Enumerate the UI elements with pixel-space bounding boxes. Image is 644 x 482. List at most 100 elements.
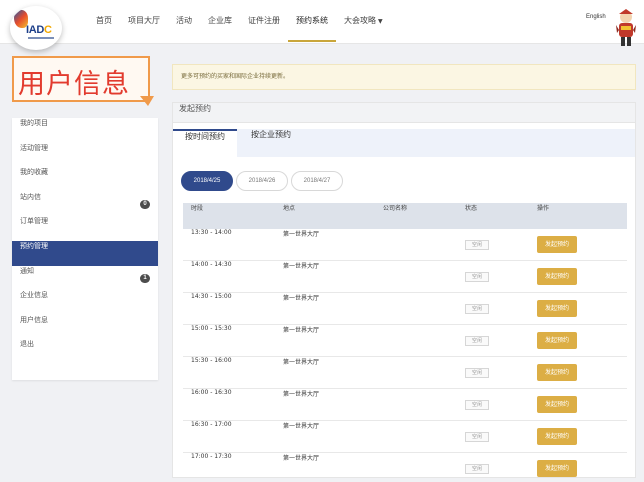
book-button[interactable]: 发起预约 xyxy=(537,460,577,477)
status-badge: 空闲 xyxy=(465,272,489,282)
table-row: 16:00 - 16:30 第一世界大厅 空闲 发起预约 xyxy=(183,389,627,421)
slot-time: 17:00 - 17:30 xyxy=(191,453,232,460)
booking-tabs: 按时间预约 按企业预约 xyxy=(173,129,635,157)
sidebar-item-my-favorites[interactable]: 我的收藏 xyxy=(12,167,158,192)
sidebar-item-user-info[interactable]: 用户信息 xyxy=(12,315,158,340)
status-badge: 空闲 xyxy=(465,368,489,378)
slot-time: 13:30 - 14:00 xyxy=(191,229,232,236)
book-button[interactable]: 发起预约 xyxy=(537,332,577,349)
nav-booking-system[interactable]: 预约系统 xyxy=(288,0,336,44)
slot-time: 15:30 - 16:00 xyxy=(191,357,232,364)
sidebar: 我的项目 活动管理 我的收藏 站内信 0 订单管理 预约管理 通知 1 企业信息 用… xyxy=(12,118,158,380)
nav-credential-registration-label: 证件注册 xyxy=(248,16,280,25)
slot-time: 16:30 - 17:00 xyxy=(191,421,232,428)
slot-location: 第一世界大厅 xyxy=(283,455,320,462)
book-button[interactable]: 发起预约 xyxy=(537,268,577,285)
nav-home-label: 首页 xyxy=(96,16,112,25)
tab-book-by-company[interactable]: 按企业预约 xyxy=(251,129,311,157)
slot-location: 第一世界大厅 xyxy=(283,263,320,270)
status-badge: 空闲 xyxy=(465,240,489,250)
nav-credential-registration[interactable]: 证件注册 xyxy=(240,0,288,44)
date-pill[interactable]: 2018/4/25 xyxy=(181,171,233,191)
column-header: 操作 xyxy=(537,205,550,212)
sidebar-item-label: 通知 xyxy=(20,266,34,275)
messages-count-badge: 0 xyxy=(140,199,150,209)
slot-time: 16:00 - 16:30 xyxy=(191,389,232,396)
status-badge: 空闲 xyxy=(465,304,489,314)
booking-panel: 发起预约 按时间预约 按企业预约 2018/4/25 2018/4/26 201… xyxy=(172,102,636,478)
table-row: 15:00 - 15:30 第一世界大厅 空闲 发起预约 xyxy=(183,325,627,357)
notice-banner: 更多可预约的买家和国际企业持续更新。 xyxy=(172,64,636,90)
sidebar-item-order-management[interactable]: 订单管理 xyxy=(12,216,158,241)
iadc-logo[interactable]: IADC xyxy=(10,6,62,50)
top-navigation-bar: IADC 首页 项目大厅 活动 企业库 证件注册 预约系统 大会攻略 ▼ Engl… xyxy=(0,0,644,50)
table-row: 15:30 - 16:00 第一世界大厅 空闲 发起预约 xyxy=(183,357,627,389)
slot-location: 第一世界大厅 xyxy=(283,423,320,430)
table-header: 时段 地点 公司名称 状态 操作 xyxy=(183,203,627,229)
callout-box: 用户信息 xyxy=(12,56,150,102)
sidebar-item-notifications[interactable]: 通知 1 xyxy=(12,266,158,291)
nav-events-label: 活动 xyxy=(176,16,192,25)
book-button[interactable]: 发起预约 xyxy=(537,236,577,253)
slot-time: 14:00 - 14:30 xyxy=(191,261,232,268)
nav-conference-guide-label: 大会攻略 xyxy=(344,16,376,25)
sidebar-item-messages[interactable]: 站内信 0 xyxy=(12,192,158,217)
sidebar-item-label: 活动管理 xyxy=(20,143,48,152)
sidebar-item-company-info[interactable]: 企业信息 xyxy=(12,290,158,315)
nav-project-hall-label: 项目大厅 xyxy=(128,16,160,25)
user-info-callout: 用户信息 xyxy=(12,56,156,106)
main-nav: 首页 项目大厅 活动 企业库 证件注册 预约系统 大会攻略 ▼ xyxy=(88,0,391,44)
book-button[interactable]: 发起预约 xyxy=(537,300,577,317)
nav-company-library[interactable]: 企业库 xyxy=(200,0,240,44)
sidebar-item-label: 站内信 xyxy=(20,192,41,201)
tab-label: 按时间预约 xyxy=(185,132,225,141)
column-header: 状态 xyxy=(465,205,478,212)
column-header: 地点 xyxy=(283,205,296,212)
status-badge: 空闲 xyxy=(465,400,489,410)
sidebar-item-booking-management[interactable]: 预约管理 xyxy=(12,240,158,266)
notifications-count-badge: 1 xyxy=(140,273,150,283)
mascot-avatar-icon[interactable] xyxy=(612,8,640,48)
slot-time: 15:00 - 15:30 xyxy=(191,325,232,332)
sidebar-item-my-projects[interactable]: 我的项目 xyxy=(12,118,158,143)
status-badge: 空闲 xyxy=(465,336,489,346)
logo-text: IADC xyxy=(26,24,52,36)
nav-company-library-label: 企业库 xyxy=(208,16,232,25)
sidebar-item-event-management[interactable]: 活动管理 xyxy=(12,143,158,168)
time-slot-table: 时段 地点 公司名称 状态 操作 13:30 - 14:00 第一世界大厅 空闲… xyxy=(183,203,627,477)
table-row: 14:30 - 15:00 第一世界大厅 空闲 发起预约 xyxy=(183,293,627,325)
caret-down-icon: ▼ xyxy=(378,18,383,25)
nav-project-hall[interactable]: 项目大厅 xyxy=(120,0,168,44)
book-button[interactable]: 发起预约 xyxy=(537,428,577,445)
slot-location: 第一世界大厅 xyxy=(283,327,320,334)
tab-book-by-time[interactable]: 按时间预约 xyxy=(173,129,237,157)
nav-booking-system-label: 预约系统 xyxy=(296,16,328,25)
column-header: 公司名称 xyxy=(383,205,408,212)
tab-label: 按企业预约 xyxy=(251,130,291,139)
table-row: 17:00 - 17:30 第一世界大厅 空闲 发起预约 xyxy=(183,453,627,477)
slot-location: 第一世界大厅 xyxy=(283,359,320,366)
status-badge: 空闲 xyxy=(465,432,489,442)
sidebar-item-label: 用户信息 xyxy=(20,315,48,324)
table-row: 13:30 - 14:00 第一世界大厅 空闲 发起预约 xyxy=(183,229,627,261)
book-button[interactable]: 发起预约 xyxy=(537,364,577,381)
language-switch[interactable]: English xyxy=(586,14,606,20)
date-pill[interactable]: 2018/4/26 xyxy=(236,171,288,191)
nav-conference-guide[interactable]: 大会攻略 ▼ xyxy=(336,0,391,44)
sidebar-item-logout[interactable]: 退出 xyxy=(12,339,158,364)
sidebar-item-label: 订单管理 xyxy=(20,217,48,226)
nav-events[interactable]: 活动 xyxy=(168,0,200,44)
sidebar-item-label: 预约管理 xyxy=(20,241,48,250)
slot-time: 14:30 - 15:00 xyxy=(191,293,232,300)
callout-text: 用户信息 xyxy=(18,69,130,100)
table-row: 16:30 - 17:00 第一世界大厅 空闲 发起预约 xyxy=(183,421,627,453)
panel-title: 发起预约 xyxy=(173,103,635,123)
slot-location: 第一世界大厅 xyxy=(283,391,320,398)
sidebar-item-label: 我的项目 xyxy=(20,119,48,127)
callout-pointer xyxy=(140,96,154,106)
book-button[interactable]: 发起预约 xyxy=(537,396,577,413)
date-pill[interactable]: 2018/4/27 xyxy=(291,171,343,191)
column-header: 时段 xyxy=(191,205,204,212)
sidebar-item-label: 企业信息 xyxy=(20,291,48,300)
nav-home[interactable]: 首页 xyxy=(88,0,120,44)
